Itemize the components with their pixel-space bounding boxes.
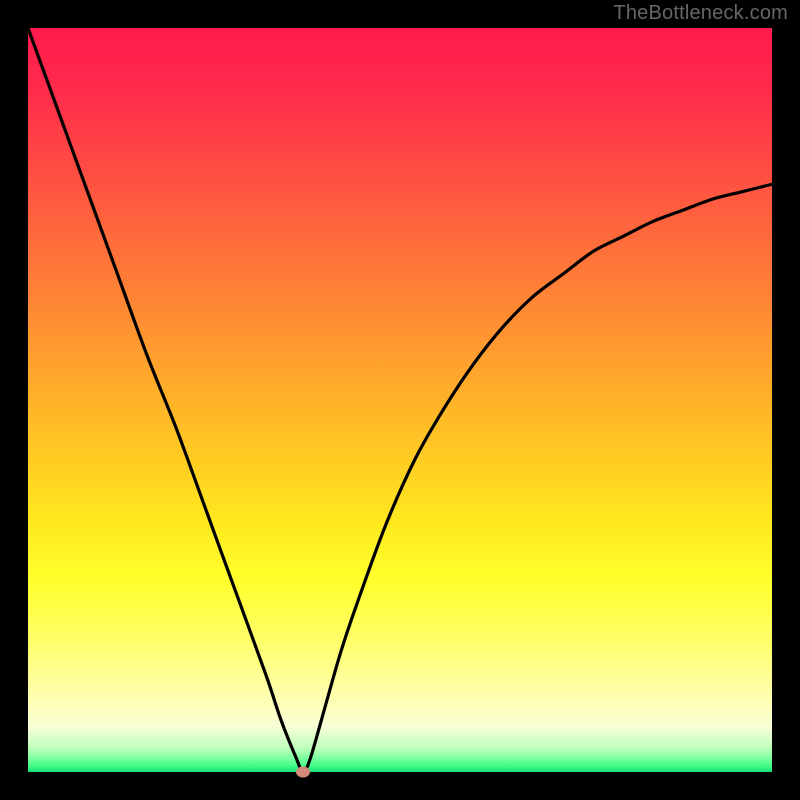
bottleneck-curve <box>28 28 772 772</box>
plot-area <box>28 28 772 772</box>
watermark-text: TheBottleneck.com <box>613 2 788 25</box>
chart-container: TheBottleneck.com <box>0 0 800 800</box>
minimum-marker <box>296 767 310 778</box>
curve-svg <box>28 28 772 772</box>
